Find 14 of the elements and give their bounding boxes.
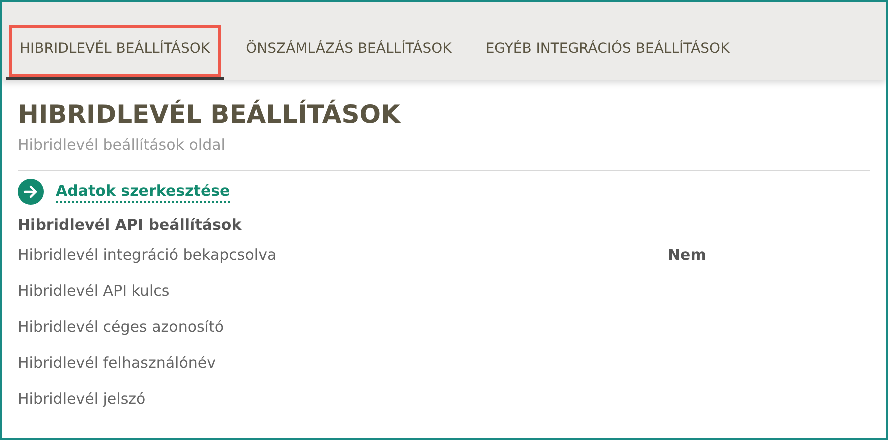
tab[interactable]: ÖNSZÁMLÁZÁS BEÁLLÍTÁSOK [232,22,466,80]
field-label: Hibridlevél céges azonosító [18,316,226,338]
field-label: Hibridlevél integráció bekapcsolva [18,244,278,266]
edit-link[interactable]: Adatok szerkesztése [56,181,230,203]
page-title: HIBRIDLEVÉL BEÁLLÍTÁSOK [18,98,402,131]
tab[interactable]: HIBRIDLEVÉL BEÁLLÍTÁSOK [6,22,224,80]
arrow-circle-icon[interactable] [18,179,44,205]
section-title: Hibridlevél API beállítások [18,215,243,236]
field-label: Hibridlevél jelszó [18,388,147,410]
tab[interactable]: EGYÉB INTEGRÁCIÓS BEÁLLÍTÁSOK [472,22,744,80]
field-label: Hibridlevél felhasználónév [18,352,217,374]
page-subtitle: Hibridlevél beállítások oldal [18,135,226,156]
field-label: Hibridlevél API kulcs [18,280,171,302]
field-value: Nem [668,244,706,266]
